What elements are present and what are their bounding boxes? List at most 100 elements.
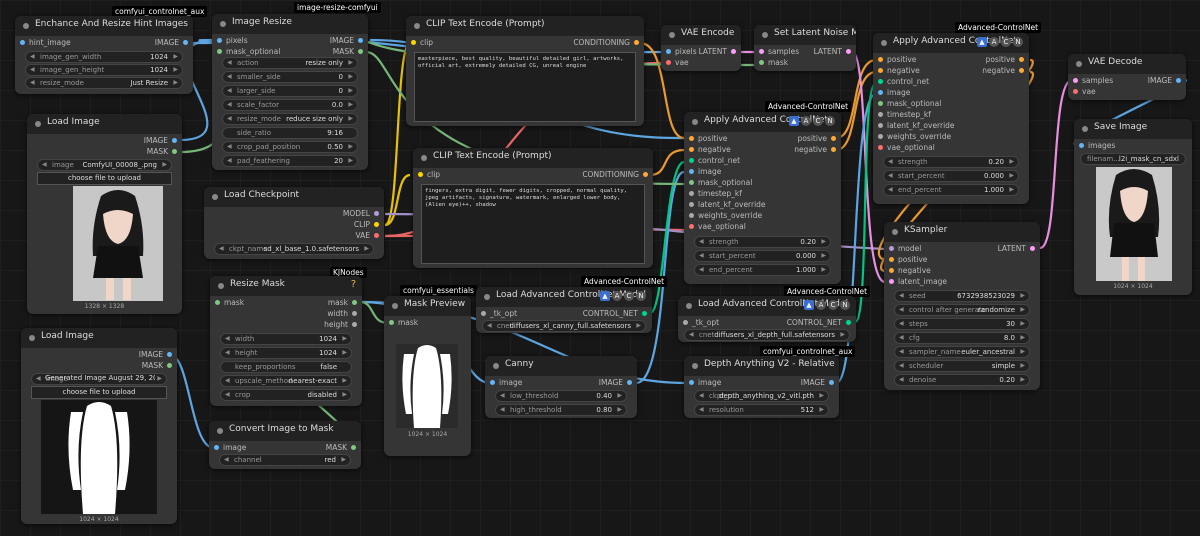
node-clip-text-encode-positive[interactable]: CLIP Text Encode (Prompt) clip CONDITION…	[406, 16, 644, 126]
input-negative[interactable]: negative	[689, 145, 731, 154]
input-clip[interactable]: clip	[418, 170, 440, 179]
output-latent[interactable]: LATENT	[998, 244, 1035, 253]
widget-seed[interactable]: ◀ seed 6732938523029 ▶	[894, 290, 1030, 302]
input-vae-optional[interactable]: vae_optional	[878, 143, 935, 152]
widget-ckpt-name[interactable]: ◀ ckpt_n... depth_anything_v2_vitl.pth ▶	[694, 390, 829, 402]
input-tk-opt[interactable]: _tk_opt	[683, 318, 719, 327]
widget-image-select[interactable]: ◀ image ComfyUI_00008_.png ▶	[37, 159, 172, 171]
input-weights-override[interactable]: weights_override	[878, 132, 951, 141]
widget-end-percent[interactable]: ◀ end_percent 1.000 ▶	[883, 184, 1019, 196]
widget-strength[interactable]: ◀ strength 0.20 ▶	[694, 236, 831, 248]
input-negative[interactable]: negative	[889, 266, 931, 275]
node-load-controlnet-canny[interactable]: Load Advanced ControlNet Model ▲ A C N _tk_…	[476, 287, 652, 333]
widget-denoise[interactable]: ◀ denoise 0.20 ▶	[894, 374, 1030, 386]
input-pixels[interactable]: pixels	[217, 36, 248, 45]
node-resize-mask[interactable]: Resize Mask ? mask mask width height ◀ wi…	[210, 276, 362, 406]
node-mask-preview[interactable]: Mask Preview mask 1024 × 1024	[384, 296, 471, 456]
input-positive[interactable]: positive	[878, 55, 916, 64]
output-vae[interactable]: VAE	[355, 231, 379, 240]
node-save-image[interactable]: Save Image images filenam... l2i_mask_cn_…	[1074, 119, 1192, 295]
output-mask[interactable]: MASK	[142, 361, 172, 370]
node-clip-text-encode-negative[interactable]: CLIP Text Encode (Prompt) clip CONDITION…	[413, 148, 653, 268]
node-enhance-resize-hint[interactable]: Enchance And Resize Hint Images hint_ima…	[15, 16, 193, 94]
widget-upscale-method[interactable]: ◀ upscale_method nearest-exact ▶	[220, 375, 352, 387]
output-mask[interactable]: mask	[328, 298, 357, 307]
input-image[interactable]: image	[878, 88, 910, 97]
input-latent-kf-override[interactable]: latent_kf_override	[689, 200, 766, 209]
node-canny[interactable]: Canny image IMAGE ◀ low_threshold 0.40 ▶ ◀ h…	[485, 356, 637, 418]
widget-start-percent[interactable]: ◀ start_percent 0.000 ▶	[883, 170, 1019, 182]
input-negative[interactable]: negative	[878, 66, 920, 75]
input-mask[interactable]: mask	[759, 58, 788, 67]
output-negative[interactable]: negative	[982, 66, 1024, 75]
input-latent-kf-override[interactable]: latent_kf_override	[878, 121, 955, 130]
widget-action[interactable]: ◀ action resize only ▶	[222, 57, 358, 69]
input-mask-optional[interactable]: mask_optional	[689, 178, 752, 187]
output-image[interactable]: IMAGE	[155, 38, 188, 47]
input-control-net[interactable]: control_net	[689, 156, 740, 165]
widget-keep-proportions[interactable]: keep_proportions false	[220, 361, 352, 373]
widget-image-gen-width[interactable]: ◀ image_gen_width 1024 ▶	[25, 51, 183, 63]
input-model[interactable]: model	[889, 244, 921, 253]
node-load-image[interactable]: Load Image IMAGE MASK ◀ image ComfyUI_0000…	[27, 114, 182, 314]
widget-channel[interactable]: ◀ channel red ▶	[219, 454, 351, 466]
widget-height[interactable]: ◀ height 1024 ▶	[220, 347, 352, 359]
widget-resize-mode[interactable]: ◀ resize_mode Just Resize ▶	[25, 77, 183, 89]
input-mask[interactable]: mask	[389, 318, 418, 327]
input-image[interactable]: image	[689, 378, 721, 387]
input-timestep-kf[interactable]: timestep_kf	[878, 110, 931, 119]
input-latent-image[interactable]: latent_image	[889, 277, 947, 286]
input-samples[interactable]: samples	[759, 47, 799, 56]
input-vae-optional[interactable]: vae_optional	[689, 222, 746, 231]
widget-pad-feathering[interactable]: ◀ pad_feathering 20 ▶	[222, 155, 358, 167]
widget-low-threshold[interactable]: ◀ low_threshold 0.40 ▶	[495, 390, 627, 402]
node-ksampler[interactable]: KSampler model LATENT positive negative …	[884, 222, 1040, 390]
input-samples[interactable]: samples	[1073, 76, 1113, 85]
widget-larger-side[interactable]: ◀ larger_side 0 ▶	[222, 85, 358, 97]
input-mask-optional[interactable]: mask_optional	[217, 47, 280, 56]
output-image[interactable]: IMAGE	[1148, 76, 1181, 85]
input-tk-opt[interactable]: _tk_opt	[481, 309, 517, 318]
widget-cnet[interactable]: ◀ cnet diffusers_xl_canny_full.safetensors…	[482, 320, 646, 332]
output-mask[interactable]: MASK	[147, 147, 177, 156]
output-image[interactable]: IMAGE	[330, 36, 363, 45]
upload-button[interactable]: choose file to upload	[37, 172, 172, 185]
output-image[interactable]: IMAGE	[139, 350, 172, 359]
node-vae-decode[interactable]: VAE Decode samples IMAGE vae	[1068, 54, 1186, 100]
input-image[interactable]: image	[490, 378, 522, 387]
node-load-checkpoint[interactable]: Load Checkpoint MODEL CLIP VAE ◀ ckpt_nam…	[204, 187, 384, 259]
input-positive[interactable]: positive	[689, 134, 727, 143]
help-icon[interactable]: ?	[351, 279, 356, 290]
output-width[interactable]: width	[327, 309, 357, 318]
output-clip[interactable]: CLIP	[354, 220, 379, 229]
input-vae[interactable]: vae	[1073, 87, 1096, 96]
input-clip[interactable]: clip	[411, 38, 433, 47]
widget-crop-pad-position[interactable]: ◀ crop_pad_position 0.50 ▶	[222, 141, 358, 153]
widget-ckpt-name[interactable]: ◀ ckpt_name sd_xl_base_1.0.safetensors ▶	[214, 243, 374, 255]
output-model[interactable]: MODEL	[343, 209, 379, 218]
input-weights-override[interactable]: weights_override	[689, 211, 762, 220]
widget-filename-prefix[interactable]: filenam... l2i_mask_cn_sdxl	[1080, 153, 1186, 165]
widget-cnet[interactable]: ◀ cnet diffusers_xl_depth_full.safetensors…	[684, 329, 850, 341]
widget-start-percent[interactable]: ◀ start_percent 0.000 ▶	[694, 250, 831, 262]
widget-high-threshold[interactable]: ◀ high_threshold 0.80 ▶	[495, 404, 627, 416]
output-positive[interactable]: positive	[798, 134, 836, 143]
output-image[interactable]: IMAGE	[801, 378, 834, 387]
widget-crop[interactable]: ◀ crop disabled ▶	[220, 389, 352, 401]
widget-resize-mode[interactable]: ◀ resize_mode reduce size only ▶	[222, 113, 358, 125]
upload-button[interactable]: choose file to upload	[31, 386, 167, 399]
widget-end-percent[interactable]: ◀ end_percent 1.000 ▶	[694, 264, 831, 276]
output-latent[interactable]: LATENT	[814, 47, 851, 56]
widget-steps[interactable]: ◀ steps 30 ▶	[894, 318, 1030, 330]
output-conditioning[interactable]: CONDITIONING	[573, 38, 639, 47]
output-image[interactable]: IMAGE	[144, 136, 177, 145]
input-positive[interactable]: positive	[889, 255, 927, 264]
output-image[interactable]: IMAGE	[599, 378, 632, 387]
prompt-textarea[interactable]: fingers, extra digit, fewer digits, crop…	[421, 184, 645, 264]
output-conditioning[interactable]: CONDITIONING	[582, 170, 648, 179]
input-image[interactable]: image	[689, 167, 721, 176]
widget-width[interactable]: ◀ width 1024 ▶	[220, 333, 352, 345]
node-vae-encode[interactable]: VAE Encode pixels LATENT vae	[661, 25, 741, 71]
input-hint-image[interactable]: hint_image	[20, 38, 71, 47]
input-pixels[interactable]: pixels	[666, 47, 697, 56]
